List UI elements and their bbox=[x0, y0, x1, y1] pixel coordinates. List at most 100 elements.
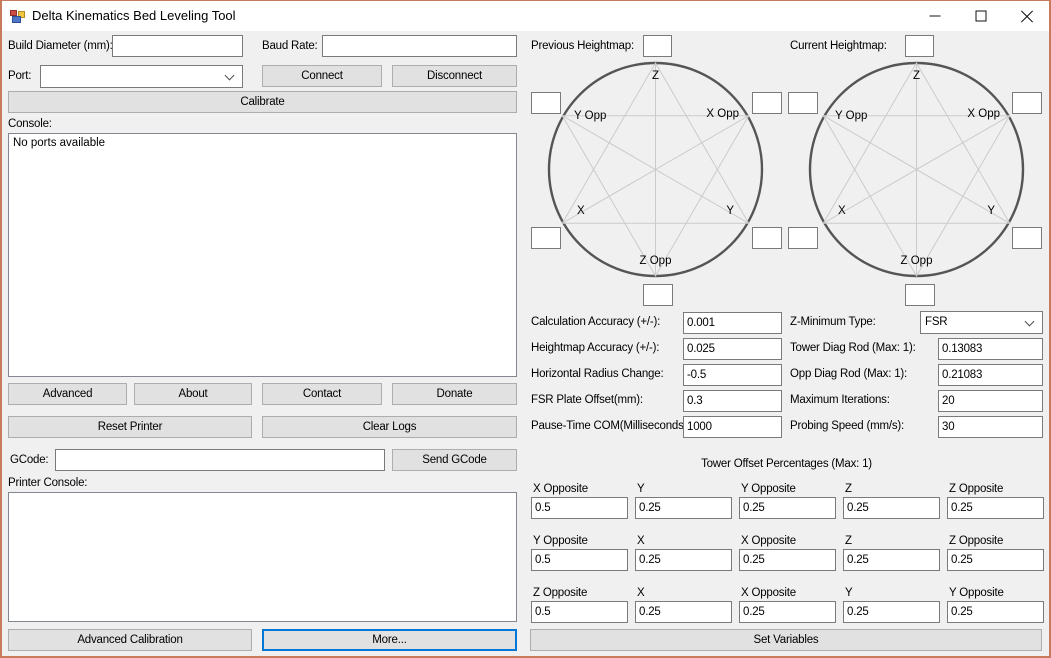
console-label: Console: bbox=[8, 118, 52, 130]
prev-heightmap-upper-left-input[interactable] bbox=[531, 92, 561, 114]
tower-offset-input[interactable] bbox=[843, 549, 940, 571]
tower-offset-label: Z bbox=[845, 535, 852, 547]
tower-offset-input[interactable] bbox=[947, 497, 1044, 519]
printer-console-output[interactable] bbox=[8, 492, 517, 622]
contact-button[interactable]: Contact bbox=[262, 383, 382, 405]
console-output[interactable]: No ports available bbox=[8, 133, 517, 377]
horizontal-radius-change-input[interactable] bbox=[683, 364, 782, 386]
pause-time-com-label: Pause-Time COM(Milliseconds): bbox=[531, 420, 690, 432]
minimize-button[interactable] bbox=[912, 1, 958, 31]
curr-point-label-x-opp: X Opp bbox=[967, 108, 1000, 120]
fsr-plate-offset-input[interactable] bbox=[683, 390, 782, 412]
curr-heightmap-bottom-input[interactable] bbox=[905, 284, 935, 306]
calibrate-button[interactable]: Calibrate bbox=[8, 91, 517, 113]
send-gcode-button[interactable]: Send GCode bbox=[392, 449, 517, 471]
tower-offset-label: X Opposite bbox=[741, 535, 796, 547]
tower-offset-label: Y bbox=[637, 483, 644, 495]
current-heightmap-diagram: Z Y Opp X Opp X Y Z Opp bbox=[808, 61, 1025, 278]
tower-offset-input[interactable] bbox=[531, 549, 628, 571]
maximum-iterations-input[interactable] bbox=[938, 390, 1043, 412]
heightmap-accuracy-label: Heightmap Accuracy (+/-): bbox=[531, 342, 659, 354]
maximize-button[interactable] bbox=[958, 1, 1004, 31]
z-minimum-type-select[interactable]: FSR bbox=[920, 311, 1043, 334]
curr-heightmap-lower-left-input[interactable] bbox=[788, 227, 818, 249]
prev-heightmap-upper-right-input[interactable] bbox=[752, 92, 782, 114]
calculation-accuracy-input[interactable] bbox=[683, 312, 782, 334]
curr-point-label-y: Y bbox=[987, 205, 995, 217]
opp-diag-rod-input[interactable] bbox=[938, 364, 1043, 386]
prev-point-label-x: X bbox=[577, 205, 585, 217]
curr-point-label-z: Z bbox=[913, 70, 920, 82]
about-button[interactable]: About bbox=[134, 383, 252, 405]
tower-offset-input[interactable] bbox=[635, 601, 732, 623]
window-title: Delta Kinematics Bed Leveling Tool bbox=[32, 1, 236, 31]
curr-point-label-y-opp: Y Opp bbox=[835, 110, 867, 122]
curr-point-label-x: X bbox=[838, 205, 846, 217]
tower-offset-input[interactable] bbox=[739, 549, 836, 571]
maximum-iterations-label: Maximum Iterations: bbox=[790, 394, 890, 406]
tower-offset-input[interactable] bbox=[843, 601, 940, 623]
probing-speed-label: Probing Speed (mm/s): bbox=[790, 420, 904, 432]
reset-printer-button[interactable]: Reset Printer bbox=[8, 416, 252, 438]
previous-heightmap-diagram: Z Y Opp X Opp X Y Z Opp bbox=[547, 61, 764, 278]
port-select[interactable] bbox=[40, 65, 243, 88]
gcode-input[interactable] bbox=[55, 449, 385, 471]
close-button[interactable] bbox=[1004, 1, 1050, 31]
tower-offset-label: X bbox=[637, 587, 644, 599]
prev-heightmap-top-input[interactable] bbox=[643, 35, 672, 57]
tower-offset-input[interactable] bbox=[635, 549, 732, 571]
prev-heightmap-lower-left-input[interactable] bbox=[531, 227, 561, 249]
prev-heightmap-bottom-input[interactable] bbox=[643, 284, 673, 306]
tower-offset-input[interactable] bbox=[843, 497, 940, 519]
curr-heightmap-upper-right-input[interactable] bbox=[1012, 92, 1042, 114]
heightmap-circle-graphic bbox=[808, 61, 1025, 278]
chevron-down-icon bbox=[225, 71, 235, 81]
tower-offset-label: Z Opposite bbox=[533, 587, 587, 599]
tower-offset-input[interactable] bbox=[947, 549, 1044, 571]
fsr-plate-offset-label: FSR Plate Offset(mm): bbox=[531, 394, 643, 406]
curr-heightmap-upper-left-input[interactable] bbox=[788, 92, 818, 114]
set-variables-button[interactable]: Set Variables bbox=[530, 629, 1042, 651]
tower-offset-input[interactable] bbox=[635, 497, 732, 519]
z-minimum-type-value: FSR bbox=[925, 312, 947, 333]
printer-console-label: Printer Console: bbox=[8, 477, 87, 489]
donate-button[interactable]: Donate bbox=[392, 383, 517, 405]
title-bar: Delta Kinematics Bed Leveling Tool bbox=[1, 1, 1050, 31]
tower-diag-rod-input[interactable] bbox=[938, 338, 1043, 360]
connect-button[interactable]: Connect bbox=[262, 65, 382, 87]
baud-rate-input[interactable] bbox=[322, 35, 517, 57]
tower-offset-label: Y Opposite bbox=[949, 587, 1004, 599]
opp-diag-rod-label: Opp Diag Rod (Max: 1): bbox=[790, 368, 907, 380]
z-minimum-type-label: Z-Minimum Type: bbox=[790, 316, 876, 328]
tower-offset-input[interactable] bbox=[531, 497, 628, 519]
prev-heightmap-lower-right-input[interactable] bbox=[752, 227, 782, 249]
advanced-calibration-button[interactable]: Advanced Calibration bbox=[8, 629, 252, 651]
disconnect-button[interactable]: Disconnect bbox=[392, 65, 517, 87]
curr-heightmap-top-input[interactable] bbox=[905, 35, 934, 57]
current-heightmap-label: Current Heightmap: bbox=[790, 40, 887, 52]
pause-time-com-input[interactable] bbox=[683, 416, 782, 438]
heightmap-circle-graphic bbox=[547, 61, 764, 278]
tower-offset-input[interactable] bbox=[739, 497, 836, 519]
probing-speed-input[interactable] bbox=[938, 416, 1043, 438]
prev-point-label-z: Z bbox=[652, 70, 659, 82]
port-label: Port: bbox=[8, 70, 31, 82]
tower-offset-label: Y Opposite bbox=[741, 483, 796, 495]
tower-offsets-title: Tower Offset Percentages (Max: 1) bbox=[530, 458, 1043, 470]
heightmap-accuracy-input[interactable] bbox=[683, 338, 782, 360]
more-button[interactable]: More... bbox=[262, 629, 517, 651]
advanced-button[interactable]: Advanced bbox=[8, 383, 127, 405]
tower-offset-label: X Opposite bbox=[741, 587, 796, 599]
prev-point-label-y-opp: Y Opp bbox=[574, 110, 606, 122]
previous-heightmap-label: Previous Heightmap: bbox=[531, 40, 634, 52]
clear-logs-button[interactable]: Clear Logs bbox=[262, 416, 517, 438]
build-diameter-input[interactable] bbox=[112, 35, 243, 57]
tower-offset-input[interactable] bbox=[739, 601, 836, 623]
tower-offset-input[interactable] bbox=[531, 601, 628, 623]
curr-heightmap-lower-right-input[interactable] bbox=[1012, 227, 1042, 249]
tower-offset-input[interactable] bbox=[947, 601, 1044, 623]
app-icon bbox=[10, 8, 26, 24]
window-controls bbox=[912, 1, 1050, 31]
curr-point-label-z-opp: Z Opp bbox=[901, 255, 933, 267]
calculation-accuracy-label: Calculation Accuracy (+/-): bbox=[531, 316, 660, 328]
